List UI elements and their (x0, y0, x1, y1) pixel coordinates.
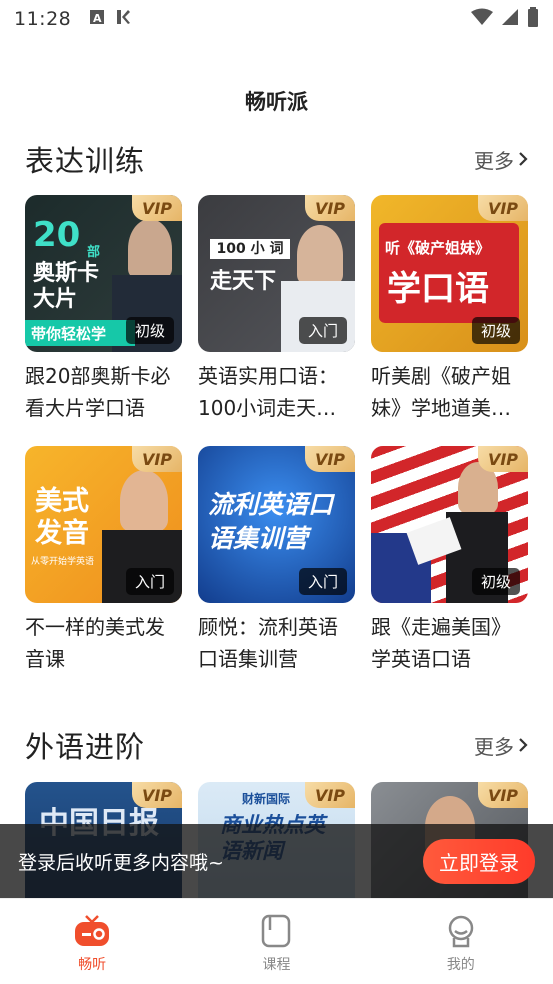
notification-k-icon (115, 9, 131, 29)
more-button[interactable]: 更多 (474, 731, 528, 760)
course-card[interactable]: 100 小 词 走天下 VIP 入门 英语实用口语：100小词走天… (198, 195, 355, 424)
presenter-figure (120, 470, 168, 532)
thumbnail-headline: 美式 发音 (35, 486, 89, 549)
course-thumbnail: 流利英语口语集训营 VIP 入门 (198, 446, 355, 603)
course-card[interactable]: 流利英语口语集训营 VIP 入门 顾悦：流利英语口语集训营 (198, 446, 355, 675)
more-label: 更多 (474, 734, 514, 759)
level-badge: 初级 (471, 317, 520, 344)
presenter-figure (297, 225, 343, 285)
section-title: 表达训练 (25, 144, 146, 178)
section-header-expression: 表达训练 更多 (25, 138, 528, 180)
login-now-button[interactable]: 立即登录 (423, 838, 535, 884)
vip-badge: VIP (132, 782, 182, 808)
nav-tab-courses[interactable]: 课程 (184, 899, 368, 984)
thumbnail-headline: 学口语 (387, 269, 489, 309)
nav-tab-listen[interactable]: 畅听 (0, 899, 184, 984)
thumbnail-tagline: 带你轻松学 (25, 320, 135, 346)
thumbnail-subtitle: 听《破产姐妹》 (385, 239, 491, 257)
thumbnail-headline: 流利英语口语集训营 (208, 490, 334, 553)
course-title: 不一样的美式发音课 (25, 615, 165, 671)
vip-badge: VIP (478, 446, 528, 472)
course-card[interactable]: 美式 发音 从零开始学英语 VIP 入门 不一样的美式发音课 (25, 446, 182, 675)
course-card[interactable]: VIP 初级 跟《走遍美国》学英语口语 (371, 446, 528, 675)
course-thumbnail: 美式 发音 从零开始学英语 VIP 入门 (25, 446, 182, 603)
section-title: 外语进阶 (25, 730, 146, 764)
course-thumbnail: VIP 初级 (371, 446, 528, 603)
vip-badge: VIP (132, 195, 182, 221)
chevron-right-icon (519, 152, 528, 166)
vip-badge: VIP (305, 782, 355, 808)
course-card[interactable]: 20 部 奥斯卡 大片 带你轻松学 VIP 初级 跟20部奥斯卡必看大片学口语 (25, 195, 182, 424)
course-thumbnail: 20 部 奥斯卡 大片 带你轻松学 VIP 初级 (25, 195, 182, 352)
vip-badge: VIP (305, 446, 355, 472)
status-bar: 11:28 A (0, 0, 553, 38)
nav-label: 我的 (446, 956, 475, 973)
presenter-figure (128, 219, 172, 279)
level-badge: 入门 (125, 568, 174, 595)
nav-tab-profile[interactable]: 我的 (369, 899, 553, 984)
status-time: 11:28 (14, 8, 72, 30)
course-thumbnail: 听《破产姐妹》 学口语 VIP 初级 (371, 195, 528, 352)
signal-icon (501, 8, 519, 30)
course-title: 顾悦：流利英语口语集训营 (198, 615, 338, 671)
course-title: 英语实用口语：100小词走天… (198, 364, 338, 420)
login-prompt-banner: 登录后收听更多内容哦~ 立即登录 (0, 824, 553, 898)
page-title: 畅听派 (245, 90, 308, 114)
profile-icon (448, 915, 474, 947)
thumbnail-subtitle: 财新国际 (242, 792, 291, 806)
level-badge: 初级 (471, 568, 520, 595)
course-thumbnail: 100 小 词 走天下 VIP 入门 (198, 195, 355, 352)
notification-a-icon: A (89, 9, 105, 29)
vip-badge: VIP (305, 195, 355, 221)
svg-text:A: A (93, 12, 102, 25)
chevron-right-icon (519, 738, 528, 752)
course-card[interactable]: 听《破产姐妹》 学口语 VIP 初级 听美剧《破产姐妹》学地道美… (371, 195, 528, 424)
login-prompt-text: 登录后收听更多内容哦~ (18, 851, 224, 874)
course-title: 跟20部奥斯卡必看大片学口语 (25, 364, 171, 420)
level-badge: 入门 (298, 317, 347, 344)
level-badge: 初级 (125, 317, 174, 344)
vip-badge: VIP (132, 446, 182, 472)
vip-badge: VIP (478, 195, 528, 221)
course-title: 听美剧《破产姐妹》学地道美… (371, 364, 511, 420)
vip-badge: VIP (478, 782, 528, 808)
thumbnail-headline: 奥斯卡 大片 (33, 261, 100, 312)
wifi-icon (471, 8, 493, 30)
nav-label: 课程 (262, 956, 291, 973)
course-title: 跟《走遍美国》学英语口语 (371, 615, 511, 671)
more-button[interactable]: 更多 (474, 145, 528, 174)
nav-label: 畅听 (78, 956, 107, 973)
battery-icon (527, 7, 539, 31)
radio-icon (75, 914, 110, 946)
section-header-advanced: 外语进阶 更多 (25, 724, 528, 766)
course-icon (262, 914, 291, 947)
bottom-navigation: 畅听 课程 我的 (0, 898, 553, 984)
more-label: 更多 (474, 148, 514, 173)
thumbnail-subtitle: 从零开始学英语 (31, 557, 95, 567)
level-badge: 入门 (298, 568, 347, 595)
